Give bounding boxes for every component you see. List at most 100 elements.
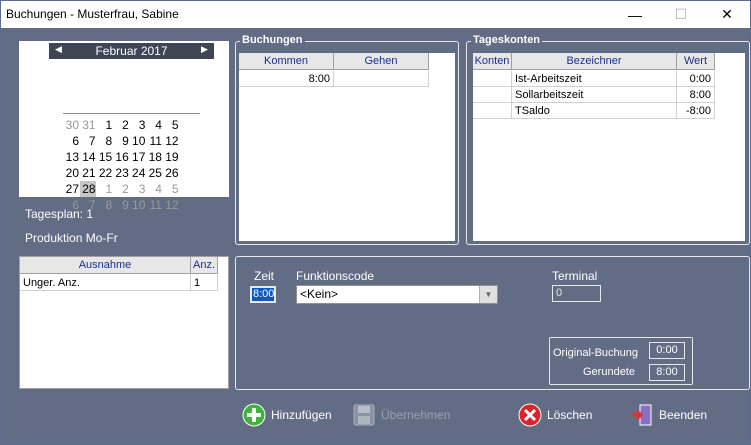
calendar-day[interactable]: 2 <box>113 117 129 133</box>
calendar-day[interactable]: 27 <box>63 181 79 197</box>
chevron-down-icon[interactable]: ▼ <box>479 286 497 303</box>
calendar-day[interactable]: 6 <box>63 133 79 149</box>
tagesplan-label: Tagesplan: 1 <box>25 207 94 221</box>
exit-door-icon <box>629 402 655 428</box>
calendar-day[interactable]: 8 <box>96 197 113 213</box>
wert-cell[interactable]: 8:00 <box>677 87 715 103</box>
calendar-day[interactable]: 20 <box>63 165 79 181</box>
calendar-day[interactable]: 12 <box>163 133 178 149</box>
maximize-button[interactable]: ☐ <box>658 1 704 28</box>
anzahl-cell[interactable]: 1 <box>191 275 218 291</box>
bezeichner-cell[interactable]: Sollarbeitszeit <box>512 87 677 103</box>
funktionscode-select[interactable]: <Kein> ▼ <box>296 285 498 304</box>
gehen-cell[interactable] <box>334 71 429 87</box>
zeit-input[interactable]: 8:00 <box>250 286 276 303</box>
wert-cell[interactable]: -8:00 <box>677 103 715 119</box>
calendar-day[interactable]: 21 <box>80 165 95 181</box>
calendar-week: 13 14 15 16 17 18 19 <box>63 149 179 165</box>
kommen-cell[interactable]: 8:00 <box>239 71 334 87</box>
wert-cell[interactable]: 0:00 <box>677 71 715 87</box>
calendar-day[interactable]: 9 <box>113 197 129 213</box>
floppy-disk-icon <box>351 402 377 428</box>
calendar: ◀ Februar 2017 ▶ 30 31 1 2 3 4 5 6 7 8 9 10 11 12 13 14… <box>19 41 229 212</box>
funktionscode-label: Funktionscode <box>296 269 375 283</box>
calendar-day[interactable]: 10 <box>129 133 145 149</box>
calendar-day[interactable]: 18 <box>146 149 162 165</box>
tageskonten-group: Tageskonten Konten Bezeichner Wert Ist-A… <box>466 34 750 245</box>
original-buchung-field: 0:00 <box>649 342 685 359</box>
gehen-header[interactable]: Gehen <box>334 53 429 70</box>
plus-icon <box>241 402 267 428</box>
minimize-button[interactable]: — <box>612 1 658 28</box>
buchungen-group: Buchungen Kommen Gehen 8:00 <box>235 34 459 245</box>
apply-button[interactable]: Übernehmen <box>351 401 450 429</box>
calendar-day[interactable]: 14 <box>80 149 95 165</box>
calendar-day[interactable]: 22 <box>96 165 112 181</box>
calendar-day[interactable]: 2 <box>113 181 129 197</box>
calendar-day[interactable]: 30 <box>63 117 79 133</box>
calendar-day[interactable]: 10 <box>129 197 145 213</box>
delete-icon <box>517 402 543 428</box>
tageskonten-table[interactable]: Konten Bezeichner Wert Ist-Arbeitszeit 0… <box>473 53 745 241</box>
calendar-day[interactable]: 8 <box>96 133 113 149</box>
close-button[interactable]: ✕ <box>704 1 750 28</box>
calendar-day[interactable]: 5 <box>163 117 179 133</box>
calendar-day[interactable]: 3 <box>129 117 146 133</box>
calendar-divider <box>63 113 200 114</box>
ausnahme-header[interactable]: Ausnahme <box>20 257 191 274</box>
konten-header[interactable]: Konten <box>473 53 512 70</box>
calendar-grid: 30 31 1 2 3 4 5 6 7 8 9 10 11 12 13 14 15 16 17 18 19 20 21 22 2… <box>63 117 179 213</box>
calendar-day[interactable]: 15 <box>96 149 112 165</box>
konten-cell[interactable] <box>473 87 512 103</box>
calendar-day[interactable]: 4 <box>146 117 162 133</box>
calendar-day[interactable]: 16 <box>113 149 128 165</box>
add-button-label: Hinzufügen <box>271 408 332 422</box>
calendar-day[interactable]: 7 <box>80 133 96 149</box>
original-buchung-label: Original-Buchung <box>553 347 638 359</box>
calendar-day[interactable]: 26 <box>163 165 178 181</box>
ausnahme-cell[interactable]: Unger. Anz. <box>20 275 191 291</box>
exit-button[interactable]: Beenden <box>629 401 707 429</box>
konten-cell[interactable] <box>473 103 512 119</box>
gerundete-label: Gerundete <box>583 366 635 378</box>
bezeichner-cell[interactable]: TSaldo <box>512 103 677 119</box>
add-button[interactable]: Hinzufügen <box>241 401 332 429</box>
calendar-day[interactable]: 25 <box>146 165 162 181</box>
konten-cell[interactable] <box>473 71 512 87</box>
zeit-label: Zeit <box>254 269 275 283</box>
ausnahme-table[interactable]: Ausnahme Anz. Unger. Anz. 1 <box>19 256 229 389</box>
calendar-day-selected[interactable]: 28 <box>79 181 96 197</box>
delete-button[interactable]: Löschen <box>517 401 592 429</box>
wert-header[interactable]: Wert <box>677 53 715 70</box>
calendar-day[interactable]: 24 <box>129 165 145 181</box>
delete-button-label: Löschen <box>547 408 593 422</box>
calendar-day[interactable]: 9 <box>113 133 129 149</box>
calendar-day[interactable]: 1 <box>96 117 113 133</box>
exit-button-label: Beenden <box>659 408 708 422</box>
apply-button-label: Übernehmen <box>381 408 451 422</box>
gerundete-field: 8:00 <box>649 364 685 381</box>
calendar-day[interactable]: 23 <box>113 165 128 181</box>
calendar-day[interactable]: 5 <box>163 181 179 197</box>
calendar-day[interactable]: 31 <box>80 117 95 133</box>
main-window: Buchungen - Musterfrau, Sabine — ☐ ✕ ◀ F… <box>0 0 751 445</box>
titlebar: Buchungen - Musterfrau, Sabine — ☐ ✕ <box>1 1 750 28</box>
kommen-header[interactable]: Kommen <box>239 53 334 70</box>
buchungen-table[interactable]: Kommen Gehen 8:00 <box>239 53 455 241</box>
calendar-day[interactable]: 17 <box>129 149 145 165</box>
calendar-day[interactable]: 3 <box>129 181 146 197</box>
calendar-header: ◀ Februar 2017 ▶ <box>49 43 214 59</box>
anzahl-header[interactable]: Anz. <box>191 257 218 274</box>
calendar-day[interactable]: 11 <box>146 133 162 149</box>
calendar-week: 27 28 1 2 3 4 5 <box>63 181 179 197</box>
calendar-week: 20 21 22 23 24 25 26 <box>63 165 179 181</box>
calendar-day[interactable]: 4 <box>146 181 162 197</box>
calendar-day[interactable]: 11 <box>146 197 162 213</box>
calendar-day[interactable]: 19 <box>163 149 178 165</box>
calendar-day[interactable]: 13 <box>63 149 79 165</box>
bezeichner-cell[interactable]: Ist-Arbeitszeit <box>512 71 677 87</box>
bezeichner-header[interactable]: Bezeichner <box>512 53 677 70</box>
calendar-day[interactable]: 12 <box>163 197 178 213</box>
next-month-icon[interactable]: ▶ <box>201 44 208 55</box>
calendar-day[interactable]: 1 <box>96 181 113 197</box>
